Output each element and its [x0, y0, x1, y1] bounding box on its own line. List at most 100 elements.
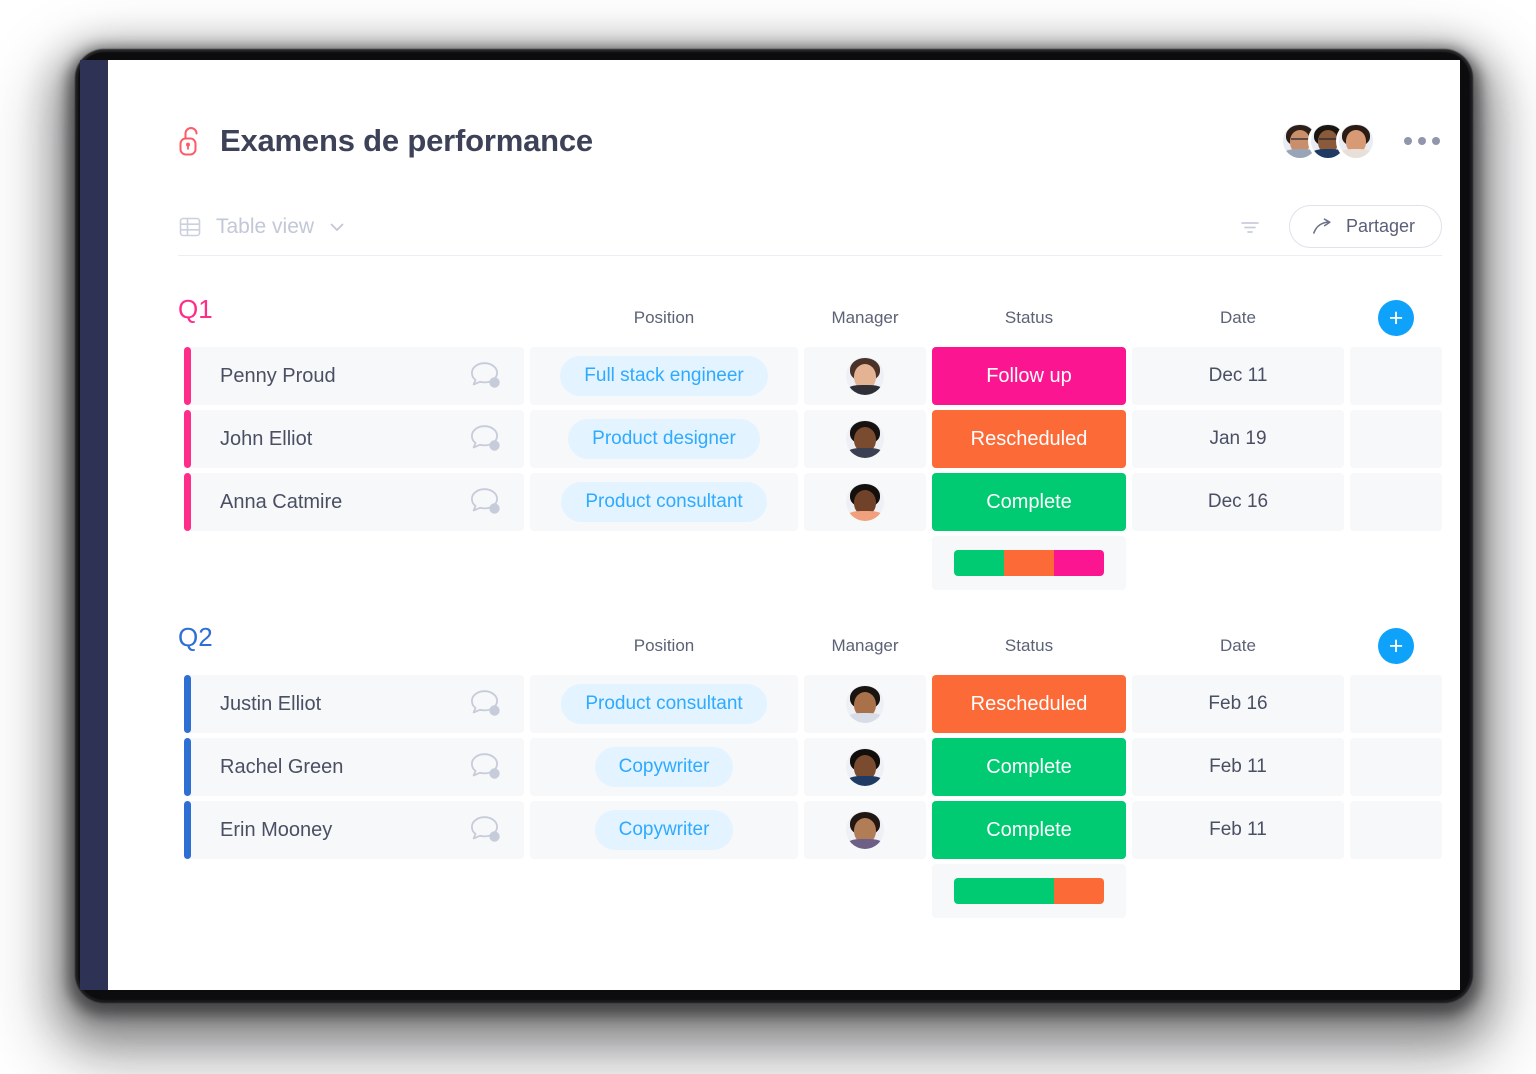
column-header-date: Date	[1220, 308, 1256, 327]
empty-cell[interactable]	[1350, 801, 1442, 859]
member-avatar-stack[interactable]	[1280, 121, 1376, 161]
status-cell: Rescheduled	[932, 410, 1126, 468]
status-summary-bar	[932, 536, 1126, 590]
table-row[interactable]: Penny Proud	[184, 347, 524, 405]
position-cell[interactable]: Product designer	[530, 410, 798, 468]
date-cell[interactable]: Dec 11	[1132, 347, 1344, 405]
date-cell[interactable]: Jan 19	[1132, 410, 1344, 468]
status-summary-bar	[932, 864, 1126, 918]
position-cell[interactable]: Copywriter	[530, 801, 798, 859]
date-cell[interactable]: Feb 11	[1132, 738, 1344, 796]
add-item-button[interactable]: +	[1378, 300, 1414, 336]
manager-cell[interactable]	[804, 801, 926, 859]
manager-cell[interactable]	[804, 738, 926, 796]
person-name: Penny Proud	[220, 364, 336, 387]
position-pill: Full stack engineer	[560, 356, 768, 396]
share-button[interactable]: Partager	[1288, 205, 1442, 248]
group-table: Position Manager Status Date + Justin Elliot P…	[178, 628, 1442, 918]
manager-penny	[846, 357, 884, 395]
manager-john	[846, 420, 884, 458]
summary-segment	[1053, 550, 1104, 576]
page-header-left: Examens de performance	[178, 123, 593, 159]
manager-cell[interactable]	[804, 410, 926, 468]
person-name: Justin Elliot	[220, 692, 322, 715]
manager-cell[interactable]	[804, 473, 926, 531]
status-badge[interactable]: Follow up	[932, 347, 1126, 405]
view-switcher[interactable]: Table view	[178, 215, 346, 239]
table-row[interactable]: Justin Elliot	[184, 675, 524, 733]
status-badge[interactable]: Rescheduled	[932, 410, 1126, 468]
chat-bubble-icon[interactable]	[468, 487, 502, 517]
status-badge[interactable]: Complete	[932, 738, 1126, 796]
page-title: Examens de performance	[220, 123, 593, 158]
group-q2: Q2 Position Manager Status Date + Justin Ellio…	[178, 622, 1442, 918]
position-cell[interactable]: Product consultant	[530, 675, 798, 733]
manager-rachel	[846, 748, 884, 786]
table-row[interactable]: Erin Mooney	[184, 801, 524, 859]
table-row[interactable]: Rachel Green	[184, 738, 524, 796]
manager-cell[interactable]	[804, 347, 926, 405]
table-row[interactable]: Anna Catmire	[184, 473, 524, 531]
empty-cell[interactable]	[1350, 473, 1442, 531]
chat-bubble-icon[interactable]	[468, 361, 502, 391]
empty-cell[interactable]	[1350, 675, 1442, 733]
left-nav-rail	[80, 60, 108, 990]
dot	[1432, 137, 1440, 145]
board-groups: Q1 Position Manager Status Date + Penny Proud F…	[178, 294, 1442, 918]
dot	[1404, 137, 1412, 145]
status-badge[interactable]: Complete	[932, 473, 1126, 531]
summary-spacer	[1132, 864, 1344, 918]
empty-cell[interactable]	[1350, 738, 1442, 796]
summary-segment	[954, 550, 1004, 576]
date-cell[interactable]: Dec 16	[1132, 473, 1344, 531]
summary-segment	[1004, 550, 1054, 576]
avatar[interactable]	[1336, 121, 1376, 161]
position-pill: Copywriter	[594, 747, 734, 787]
summary-bar	[954, 550, 1104, 576]
share-button-label: Partager	[1345, 216, 1415, 236]
summary-spacer	[530, 864, 798, 918]
date-value: Dec 16	[1207, 491, 1269, 512]
date-cell[interactable]: Feb 16	[1132, 675, 1344, 733]
chat-bubble-icon[interactable]	[468, 424, 502, 454]
app-content: Examens de performance Table view Partag…	[108, 60, 1460, 990]
status-badge[interactable]: Complete	[932, 801, 1126, 859]
more-options-button[interactable]	[1402, 131, 1442, 151]
chat-bubble-icon[interactable]	[468, 752, 502, 782]
summary-spacer	[1350, 536, 1442, 590]
filter-icon[interactable]	[1239, 216, 1261, 238]
share-arrow-icon	[1312, 217, 1334, 236]
status-badge[interactable]: Rescheduled	[932, 675, 1126, 733]
column-header-position: Position	[633, 308, 695, 327]
open-padlock-icon	[178, 125, 204, 157]
person-name: Erin Mooney	[220, 818, 333, 841]
view-toolbar: Table view Partager	[178, 198, 1442, 256]
manager-justin	[846, 685, 884, 723]
table-icon	[178, 215, 202, 239]
column-header-name	[184, 656, 524, 670]
position-cell[interactable]: Product consultant	[530, 473, 798, 531]
date-value: Feb 16	[1208, 693, 1268, 714]
manager-cell[interactable]	[804, 675, 926, 733]
group-table: Position Manager Status Date + Penny Proud Ful…	[178, 300, 1442, 590]
position-cell[interactable]: Full stack engineer	[530, 347, 798, 405]
position-pill: Product consultant	[561, 684, 767, 724]
chevron-down-icon[interactable]	[328, 218, 346, 236]
table-row[interactable]: John Elliot	[184, 410, 524, 468]
page-header: Examens de performance	[178, 116, 1442, 166]
chat-bubble-icon[interactable]	[468, 689, 502, 719]
view-toolbar-actions: Partager	[1239, 205, 1442, 248]
status-cell: Rescheduled	[932, 675, 1126, 733]
view-name-label: Table view	[216, 214, 315, 238]
add-item-button[interactable]: +	[1378, 628, 1414, 664]
column-header-manager: Manager	[831, 636, 899, 655]
empty-cell[interactable]	[1350, 410, 1442, 468]
column-header-manager: Manager	[831, 308, 899, 327]
chat-bubble-icon[interactable]	[468, 815, 502, 845]
dot	[1418, 137, 1426, 145]
position-cell[interactable]: Copywriter	[530, 738, 798, 796]
summary-spacer	[184, 536, 524, 590]
date-cell[interactable]: Feb 11	[1132, 801, 1344, 859]
status-cell: Complete	[932, 801, 1126, 859]
empty-cell[interactable]	[1350, 347, 1442, 405]
